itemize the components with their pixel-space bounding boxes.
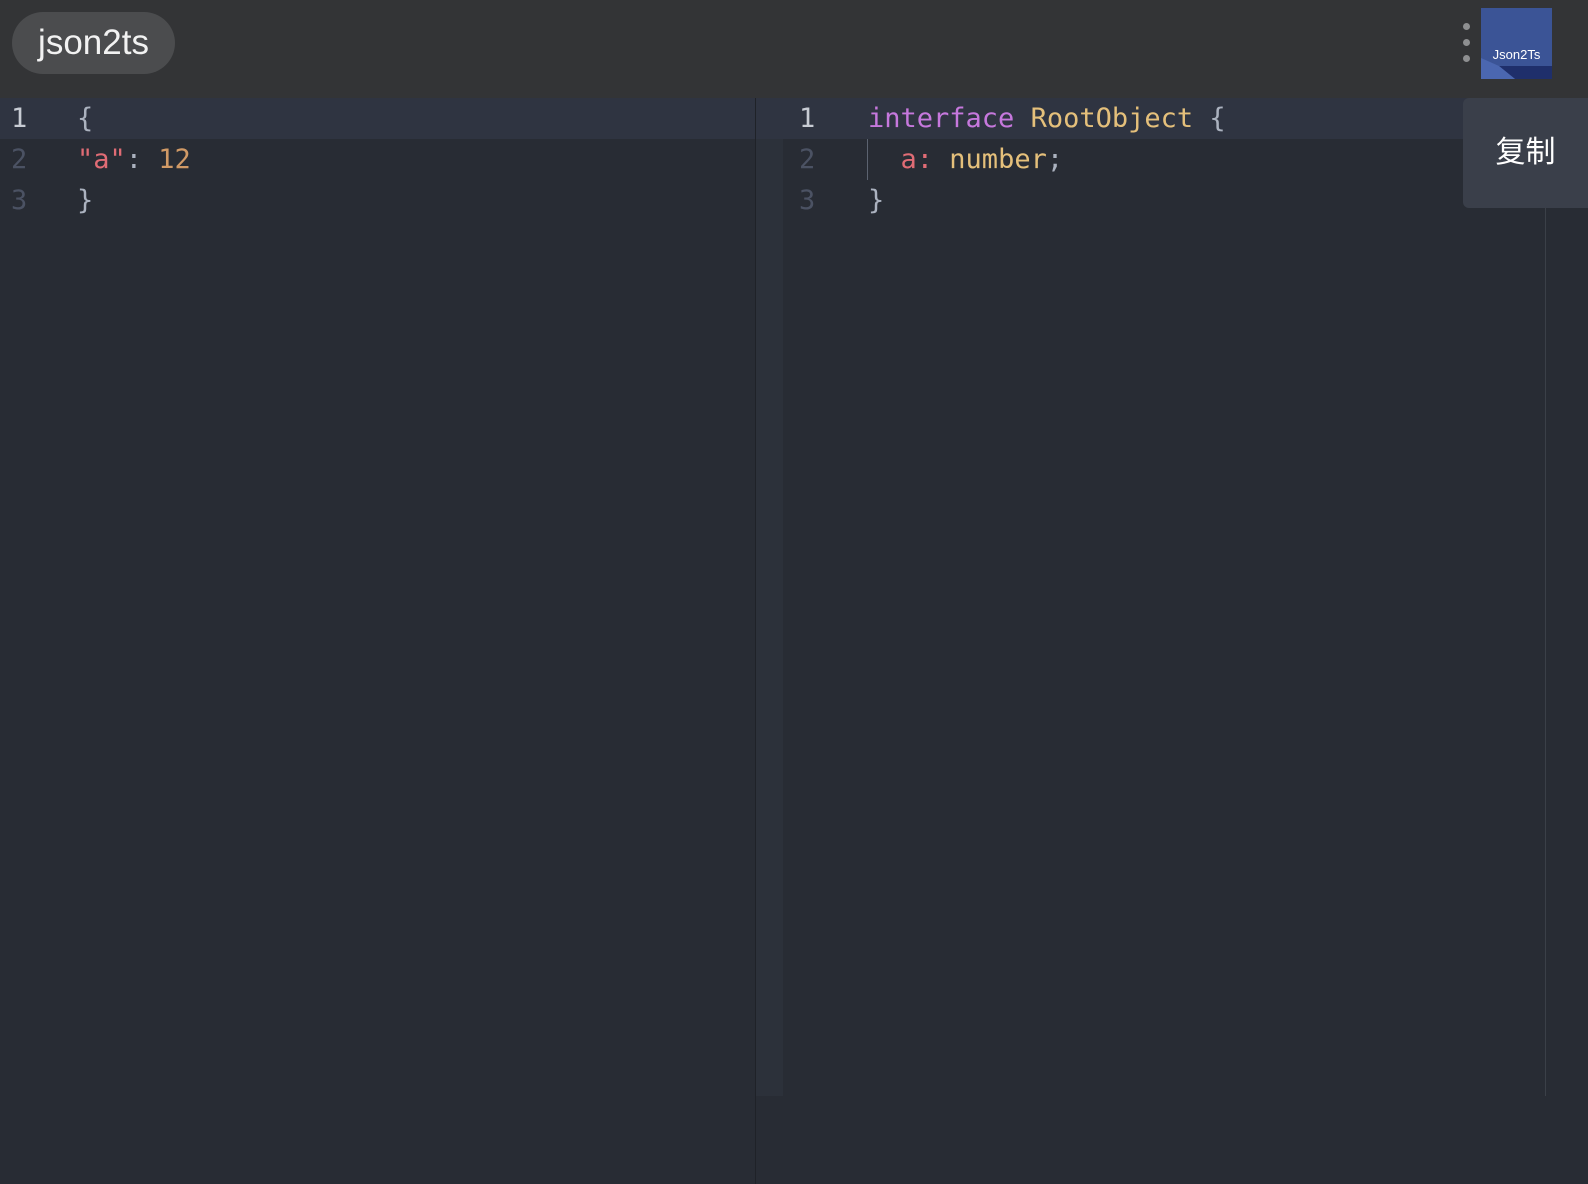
copy-button[interactable]: 复制: [1463, 98, 1588, 208]
code-line-content: a: number;: [868, 139, 1064, 180]
top-bar: json2ts Json2Ts: [0, 0, 1588, 98]
keyword-token: interface: [868, 103, 1015, 134]
code-token: }: [868, 185, 885, 216]
editor-line[interactable]: 1 {: [0, 98, 755, 139]
colon-token: :: [125, 144, 159, 175]
number-token: 12: [158, 144, 191, 175]
code-token: }: [77, 185, 94, 216]
code-line-content: interface RootObject {: [868, 98, 1226, 139]
code-token: {: [77, 103, 94, 134]
line-number: 3: [799, 185, 816, 216]
property-token: a: [900, 144, 917, 175]
app-logo[interactable]: Json2Ts: [1481, 8, 1552, 79]
semicolon-token: ;: [1046, 144, 1064, 175]
line-number: 1: [799, 103, 816, 134]
json-key-token: "a": [77, 144, 126, 175]
more-vertical-icon[interactable]: [1455, 20, 1477, 68]
editor-line[interactable]: 3 }: [0, 180, 755, 221]
type-token: number: [949, 144, 1047, 175]
indent-token: [868, 144, 901, 175]
code-line-content: "a": 12: [77, 139, 191, 180]
logo-text: Json2Ts: [1492, 47, 1541, 62]
editor-line[interactable]: 2 "a": 12: [0, 139, 755, 180]
type-name-token: RootObject: [1030, 103, 1194, 134]
line-number: 2: [11, 144, 28, 175]
json-input-editor[interactable]: 1 { 2 "a": 12 3 }: [0, 98, 756, 1184]
line-number: 1: [11, 103, 28, 134]
colon-token: :: [916, 144, 950, 175]
typescript-output-editor[interactable]: 1 interface RootObject { 2 a: number; 3 …: [756, 98, 1588, 1184]
app-title[interactable]: json2ts: [12, 12, 175, 74]
line-number: 2: [799, 144, 816, 175]
logo-graphic: [1481, 58, 1552, 79]
line-number: 3: [11, 185, 28, 216]
brace-token: {: [1193, 103, 1226, 134]
vertical-scrollbar[interactable]: [1545, 98, 1570, 1096]
